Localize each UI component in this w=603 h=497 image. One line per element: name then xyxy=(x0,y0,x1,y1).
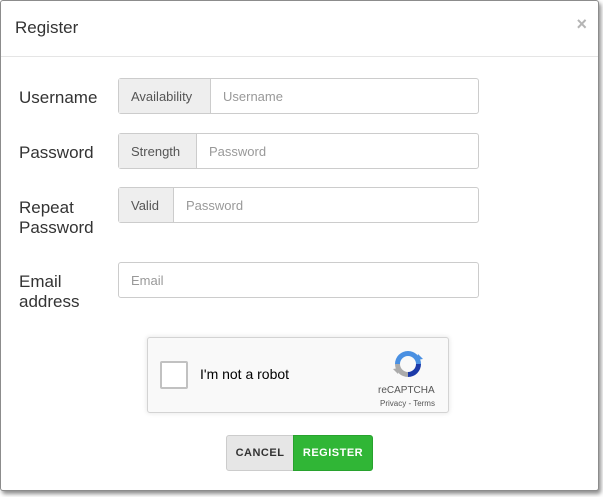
username-input[interactable]: Username xyxy=(211,79,478,113)
repeat-password-input-group: Valid Password xyxy=(118,187,479,223)
password-input[interactable]: Password xyxy=(197,134,478,168)
recaptcha-label: I'm not a robot xyxy=(200,366,290,382)
register-button[interactable]: REGISTER xyxy=(293,435,373,471)
register-modal: Register × Username Availability Usernam… xyxy=(0,0,599,491)
email-label-line2: address xyxy=(19,292,80,311)
recaptcha-privacy-terms-link[interactable]: Privacy - Terms xyxy=(380,399,435,408)
cancel-button[interactable]: CANCEL xyxy=(226,435,294,471)
recaptcha-checkbox[interactable] xyxy=(160,361,188,389)
repeat-password-label-line1: Repeat xyxy=(19,198,74,217)
username-label: Username xyxy=(19,88,98,107)
close-icon[interactable]: × xyxy=(576,15,587,33)
availability-addon: Availability xyxy=(119,79,211,113)
modal-title: Register xyxy=(15,18,79,37)
valid-addon: Valid xyxy=(119,188,174,222)
modal-header: Register × xyxy=(1,1,598,57)
email-input-group: Email xyxy=(118,262,479,298)
password-label: Password xyxy=(19,143,94,162)
email-input[interactable]: Email xyxy=(119,263,478,297)
username-input-group: Availability Username xyxy=(118,78,479,114)
repeat-password-input[interactable]: Password xyxy=(174,188,478,222)
recaptcha-brand: reCAPTCHA xyxy=(378,385,435,396)
repeat-password-label-line2: Password xyxy=(19,218,94,237)
strength-addon: Strength xyxy=(119,134,197,168)
recaptcha-logo-icon xyxy=(393,351,423,377)
recaptcha-widget: I'm not a robot reCAPTCHA Privacy - Term… xyxy=(147,337,449,413)
password-input-group: Strength Password xyxy=(118,133,479,169)
email-label-line1: Email xyxy=(19,272,62,291)
